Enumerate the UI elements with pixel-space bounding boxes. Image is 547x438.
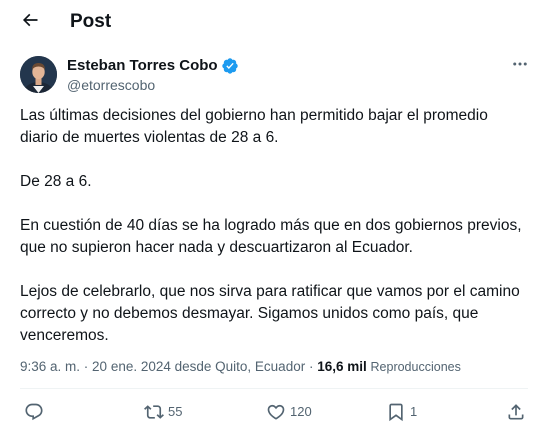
heart-icon (266, 402, 286, 422)
repost-icon (144, 402, 164, 422)
reply-icon (24, 402, 44, 422)
share-icon (506, 402, 526, 422)
repost-count: 55 (168, 404, 183, 419)
meta-separator: · (305, 359, 318, 374)
back-button[interactable] (14, 6, 46, 38)
avatar[interactable] (20, 56, 57, 93)
tweet-date-location[interactable]: 20 ene. 2024 desde Quito, Ecuador (92, 359, 305, 374)
share-button[interactable] (506, 398, 526, 426)
bookmark-count: 1 (410, 404, 418, 419)
tweet-meta: 9:36 a. m. · 20 ene. 2024 desde Quito, E… (20, 357, 461, 377)
reply-button[interactable] (24, 398, 44, 426)
bookmark-button[interactable]: 1 (386, 398, 417, 426)
arrow-left-icon (20, 10, 40, 35)
repost-button[interactable]: 55 (144, 398, 182, 426)
author-name[interactable]: Esteban Torres Cobo (67, 56, 218, 76)
post-header: Post (0, 0, 547, 44)
more-options-button[interactable] (508, 56, 532, 76)
avatar-image (20, 56, 57, 93)
tweet-paragraph: De 28 a 6. (20, 173, 92, 190)
page-title: Post (70, 11, 112, 32)
bookmark-icon (386, 402, 406, 422)
views-count: 16,6 mil (317, 359, 367, 374)
tweet-paragraph: Lejos de celebrarlo, que nos sirva para … (20, 283, 525, 344)
tweet-time[interactable]: 9:36 a. m. (20, 359, 80, 374)
author-handle[interactable]: @etorrescobo (67, 76, 155, 94)
meta-separator: · (80, 359, 93, 374)
action-bar: 55 120 1 (0, 398, 547, 426)
verified-badge-icon (221, 57, 239, 75)
more-horizontal-icon (511, 55, 529, 78)
tweet-paragraph: Las últimas decisiones del gobierno han … (20, 107, 493, 146)
views-label: Reproducciones (370, 360, 461, 374)
divider (20, 388, 528, 389)
tweet-paragraph: En cuestión de 40 días se ha logrado más… (20, 217, 526, 256)
author-name-row[interactable]: Esteban Torres Cobo (67, 56, 239, 76)
like-button[interactable]: 120 (266, 398, 312, 426)
like-count: 120 (290, 404, 312, 419)
tweet-text: Las últimas decisiones del gobierno han … (20, 105, 530, 369)
